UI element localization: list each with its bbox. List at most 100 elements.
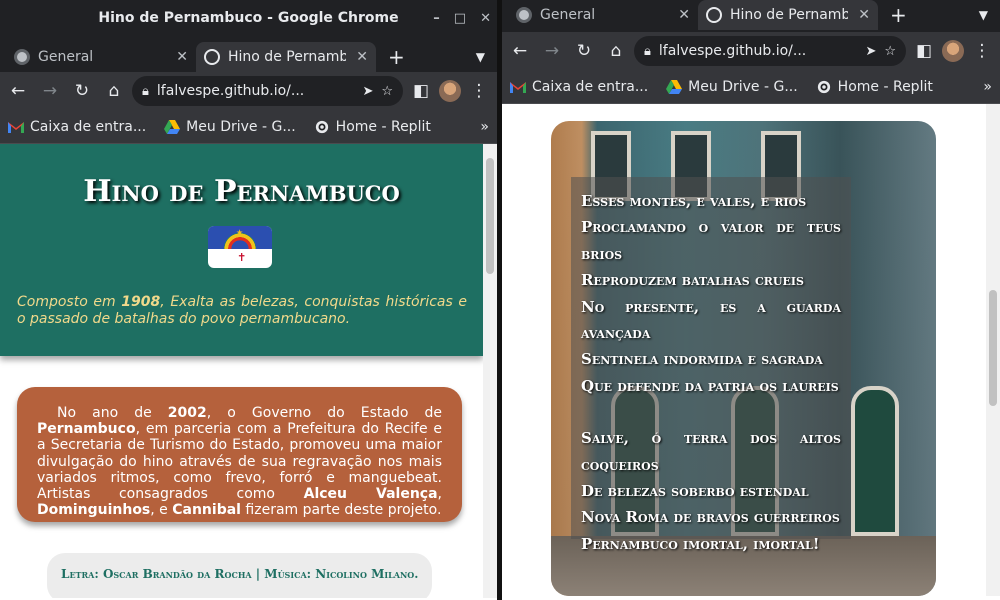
lyric-line: Sentinela indormida e sagrada	[581, 350, 823, 369]
close-window-icon[interactable]: ✕	[480, 11, 491, 26]
tab-label: General	[540, 7, 596, 23]
lyric-line: De belezas soberbo estendal	[581, 482, 809, 501]
bookmark-star-icon[interactable]: ☆	[884, 44, 896, 59]
tab-hino[interactable]: Hino de Pernamb ✕	[698, 0, 878, 30]
page-viewport: Hino de Pernambuco ★ ✝ Composto em 1908,…	[0, 144, 497, 598]
bookmark-label: Meu Drive - G...	[186, 118, 296, 135]
forward-icon[interactable]: →	[538, 37, 566, 65]
github-icon	[14, 49, 30, 65]
home-icon[interactable]: ⌂	[100, 77, 128, 105]
maximize-icon[interactable]: □	[454, 11, 466, 26]
side-panel-icon[interactable]: ◧	[407, 77, 435, 105]
scrollbar-thumb[interactable]	[486, 158, 494, 274]
lock-icon[interactable]: 🔒︎	[644, 44, 651, 59]
lyric-line: Que defende da patria os laureis	[581, 376, 839, 395]
left-browser-window: Hino de Pernambuco - Google Chrome – □ ✕…	[0, 0, 497, 600]
forward-icon[interactable]: →	[36, 77, 64, 105]
menu-icon[interactable]: ⋮	[968, 37, 996, 65]
pernambuco-flag-icon: ★ ✝	[208, 226, 272, 268]
tab-strip: General ✕ Hino de Pernamb ✕ + ▼	[502, 0, 1000, 32]
close-tab-icon[interactable]: ✕	[166, 49, 188, 65]
tab-hino[interactable]: Hino de Pernamb ✕	[196, 42, 376, 72]
bookmark-label: Caixa de entra...	[30, 118, 147, 135]
close-tab-icon[interactable]: ✕	[346, 49, 368, 65]
close-tab-icon[interactable]: ✕	[668, 7, 690, 23]
bookmark-label: Home - Replit	[837, 78, 933, 95]
scrollbar-thumb[interactable]	[989, 290, 997, 406]
side-panel-icon[interactable]: ◧	[910, 37, 938, 65]
gmail-icon	[510, 81, 526, 93]
bookmark-label: Caixa de entra...	[532, 78, 649, 95]
tab-label: General	[38, 49, 94, 65]
gmail-icon	[8, 121, 24, 133]
window-controls: – □ ✕	[433, 0, 491, 36]
title-bar: Hino de Pernambuco - Google Chrome – □ ✕	[0, 0, 497, 36]
tab-strip: General ✕ Hino de Pernamb ✕ + ▼	[0, 36, 497, 72]
hero-header: Hino de Pernambuco ★ ✝ Composto em 1908,…	[0, 144, 483, 356]
more-bookmarks-icon[interactable]: »	[480, 119, 489, 135]
new-tab-button[interactable]: +	[878, 0, 919, 30]
credits-text: Letra: Oscar Brandão da Rocha | Música: …	[61, 567, 419, 581]
history-card: No ano de 2002, o Governo do Estado de P…	[17, 387, 462, 522]
github-icon	[516, 7, 532, 23]
intro-text: Composto em 1908, Exalta as belezas, con…	[17, 294, 468, 327]
new-tab-button[interactable]: +	[376, 42, 417, 72]
bookmark-gmail[interactable]: Caixa de entra...	[510, 79, 648, 95]
tab-label: Hino de Pernamb	[228, 49, 346, 65]
scrollbar[interactable]	[483, 144, 497, 598]
home-icon[interactable]: ⌂	[602, 37, 630, 65]
drive-icon	[666, 79, 683, 94]
bookmark-drive[interactable]: Meu Drive - G...	[164, 119, 296, 135]
scrollbar[interactable]	[986, 104, 1000, 596]
minimize-icon[interactable]: –	[433, 11, 440, 26]
tab-label: Hino de Pernamb	[730, 7, 848, 23]
avatar[interactable]	[439, 80, 461, 102]
globe-icon	[706, 7, 722, 23]
lock-icon[interactable]: 🔒︎	[142, 84, 149, 99]
page-title: Hino de Pernambuco	[83, 174, 400, 209]
lyrics-text: Esses montes, e vales, e rios Proclamand…	[581, 188, 841, 557]
bookmark-gmail[interactable]: Caixa de entra...	[8, 119, 146, 135]
bookmark-drive[interactable]: Meu Drive - G...	[666, 79, 798, 95]
share-icon[interactable]: ➤	[865, 44, 876, 59]
close-tab-icon[interactable]: ✕	[848, 7, 870, 23]
page-viewport: Esses montes, e vales, e rios Proclamand…	[502, 104, 1000, 596]
lyric-line: Pernambuco imortal, imortal!	[581, 534, 820, 553]
reload-icon[interactable]: ↻	[570, 37, 598, 65]
browser-toolbar: ← → ↻ ⌂ 🔒︎ lfalvespe.github.io/... ➤ ☆ ◧…	[502, 32, 1000, 70]
tab-search-icon[interactable]: ▼	[476, 50, 485, 64]
menu-icon[interactable]: ⋮	[465, 77, 493, 105]
bookmarks-bar: Caixa de entra... Meu Drive - G... Home …	[0, 110, 497, 144]
back-icon[interactable]: ←	[4, 77, 32, 105]
bookmarks-bar: Caixa de entra... Meu Drive - G... Home …	[502, 70, 1000, 104]
address-bar[interactable]: 🔒︎ lfalvespe.github.io/... ➤ ☆	[634, 36, 906, 66]
drive-icon	[164, 119, 181, 134]
window-title: Hino de Pernambuco - Google Chrome	[98, 10, 399, 26]
lyric-line: Esses montes, e vales, e rios	[581, 192, 807, 210]
bookmark-star-icon[interactable]: ☆	[381, 84, 393, 99]
bookmark-replit[interactable]: Home - Replit	[314, 119, 431, 135]
bookmark-replit[interactable]: Home - Replit	[816, 79, 933, 95]
address-bar[interactable]: 🔒︎ lfalvespe.github.io/... ➤ ☆	[132, 76, 403, 106]
more-bookmarks-icon[interactable]: »	[983, 79, 992, 95]
browser-toolbar: ← → ↻ ⌂ 🔒︎ lfalvespe.github.io/... ➤ ☆ ◧…	[0, 72, 497, 110]
avatar[interactable]	[942, 40, 964, 62]
reload-icon[interactable]: ↻	[68, 77, 96, 105]
lyric-line: Reproduzem batalhas crueis	[581, 271, 804, 290]
replit-icon	[315, 120, 328, 133]
tab-general[interactable]: General ✕	[508, 0, 698, 30]
credits-card: Letra: Oscar Brandão da Rocha | Música: …	[47, 553, 432, 598]
globe-icon	[204, 49, 220, 65]
share-icon[interactable]: ➤	[362, 84, 373, 99]
lyric-line: Nova Roma de bravos guerreiros	[581, 508, 840, 527]
back-icon[interactable]: ←	[506, 37, 534, 65]
url-text[interactable]: lfalvespe.github.io/...	[659, 43, 858, 59]
lyric-line: No presente, es a guarda avançada	[581, 297, 841, 343]
tab-search-icon[interactable]: ▼	[979, 8, 988, 22]
lyric-line: Proclamando o valor de teus brios	[581, 218, 841, 263]
right-browser-window: General ✕ Hino de Pernamb ✕ + ▼ ← → ↻ ⌂ …	[502, 0, 1000, 600]
url-text[interactable]: lfalvespe.github.io/...	[157, 83, 355, 99]
lyric-line: Salve, ó terra dos altos coqueiros	[581, 429, 841, 474]
bookmark-label: Home - Replit	[335, 118, 431, 135]
tab-general[interactable]: General ✕	[6, 42, 196, 72]
